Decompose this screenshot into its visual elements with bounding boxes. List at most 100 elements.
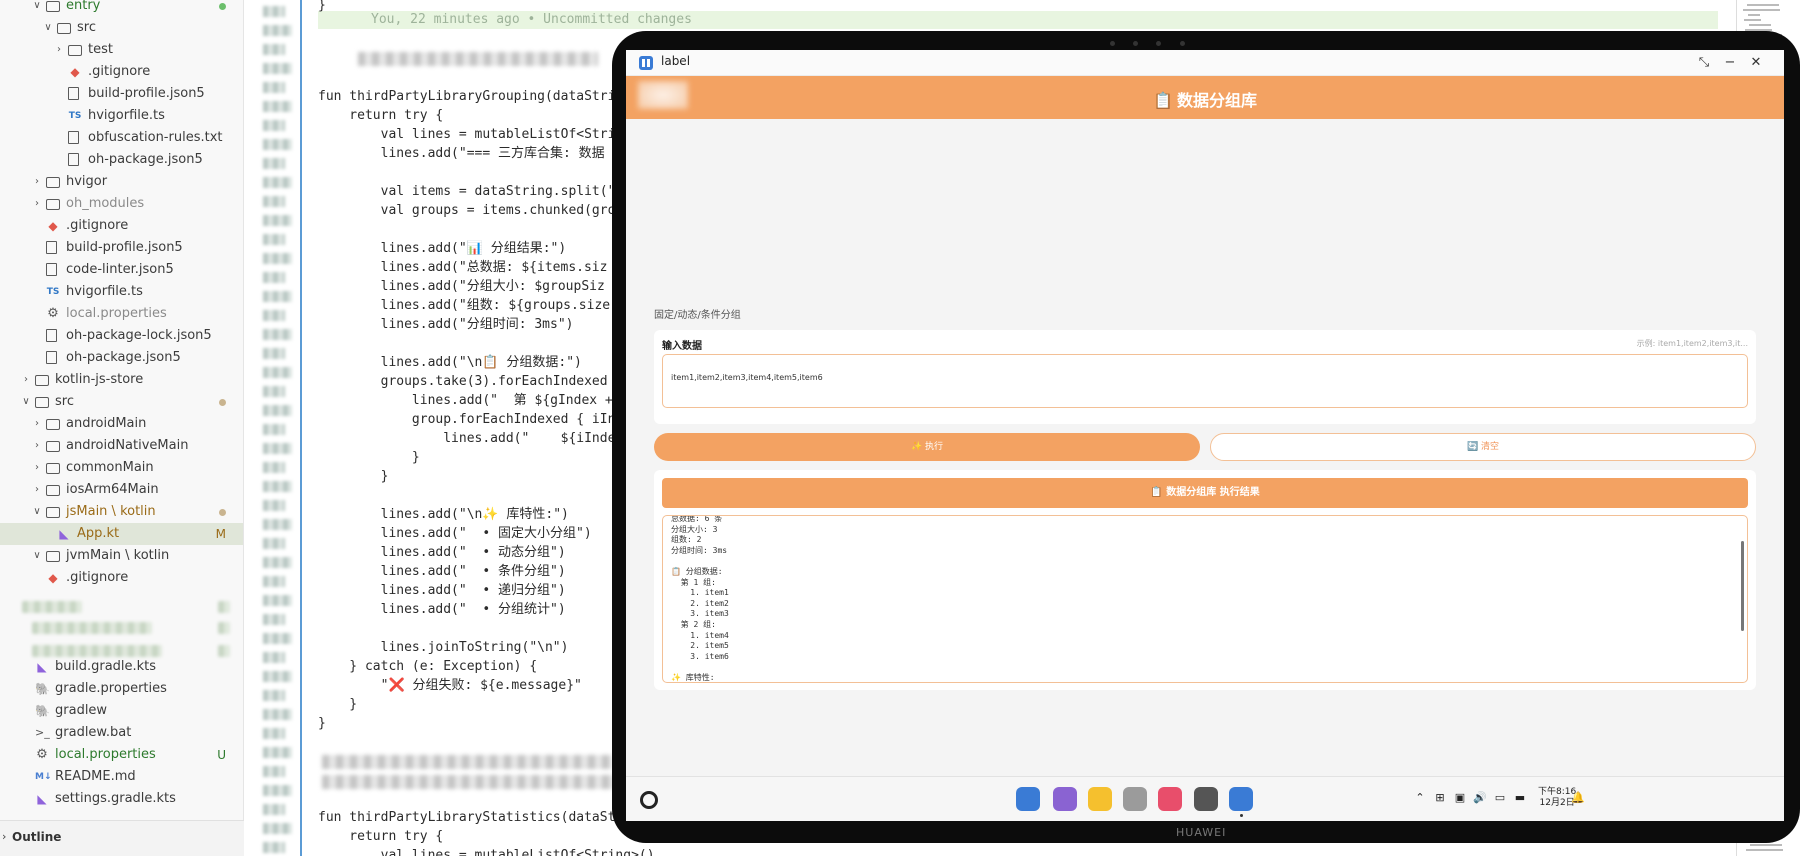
tree-item[interactable]: oh-package-lock.json5 [0,325,243,347]
chevron-right-icon[interactable]: › [52,39,66,61]
git-icon: ◆ [48,571,58,585]
active-app-icon[interactable] [1229,787,1253,811]
restore-icon[interactable]: ⤡ [1693,53,1715,73]
battery-icon[interactable]: ▬ [1512,791,1528,804]
line-number [263,253,292,264]
settings-icon[interactable] [1194,787,1218,811]
tree-item[interactable]: ◣ build.gradle.kts [0,656,243,678]
minimap-line [1746,849,1783,851]
outline-panel-header[interactable]: › Outline [0,820,244,856]
tree-item[interactable]: ∨ src [0,17,243,39]
minimize-icon[interactable]: − [1719,53,1741,73]
photos-icon[interactable] [1158,787,1182,811]
notification-bell-icon[interactable]: 🔔 [1570,791,1586,804]
tree-item[interactable]: oh-package.json5 [0,149,243,171]
line-number [263,690,285,701]
line-number [263,481,292,492]
line-number [263,633,292,644]
code-line: return try { [318,829,444,844]
tree-item[interactable]: build-profile.json5 [0,83,243,105]
result-output[interactable]: 总数据: 6 条 分组大小: 3 组数: 2 分组时间: 3ms 📋 分组数据:… [662,515,1748,683]
code-line: lines.add("分组大小: $groupSiz [318,279,605,294]
tree-item[interactable]: ◆ .gitignore [0,61,243,83]
chevron-right-icon[interactable]: › [30,479,44,501]
chevron-right-icon[interactable]: › [30,435,44,457]
blurred-tree-item [32,622,152,634]
tree-item-label: gradlew.bat [55,725,132,740]
tree-item[interactable]: ⚙ local.properties [0,303,243,325]
chevron-right-icon[interactable]: › [19,369,33,391]
code-line: } [318,716,326,731]
tree-item[interactable]: TS hvigorfile.ts [0,105,243,127]
chevron-right-icon[interactable]: › [30,171,44,193]
tree-item[interactable]: ◣ App.kt M [0,523,243,545]
tree-item[interactable]: ∨ src [0,391,243,413]
data-input[interactable]: item1,item2,item3,item4,item5,item6 [662,354,1748,408]
chevron-right-icon[interactable]: › [30,457,44,479]
execute-button[interactable]: ✨ 执行 [654,433,1200,461]
tree-item[interactable]: › commonMain [0,457,243,479]
trash-icon[interactable] [1123,787,1147,811]
tree-item[interactable]: › kotlin-js-store [0,369,243,391]
tree-item[interactable]: code-linter.json5 [0,259,243,281]
code-line: val items = dataString.split(" [318,184,616,199]
tree-item[interactable]: 🐘 gradlew [0,700,243,722]
tree-item[interactable]: obfuscation-rules.txt [0,127,243,149]
tree-item[interactable]: oh-package.json5 [0,347,243,369]
files-icon[interactable] [1088,787,1112,811]
close-icon[interactable]: ✕ [1745,53,1767,73]
tree-item[interactable]: › test [0,39,243,61]
line-number [263,63,292,74]
tree-item-label: .gitignore [88,64,151,79]
tree-item[interactable]: ∨ jsMain \ kotlin [0,501,243,523]
code-line: group.forEachIndexed { iIn [318,412,616,427]
apps-icon[interactable] [1016,787,1040,811]
chevron-down-icon[interactable]: ∨ [30,501,44,523]
tree-item-label: local.properties [66,306,167,321]
clear-button[interactable]: 🔄 清空 [1210,433,1756,461]
tree-item[interactable]: 🐘 gradle.properties [0,678,243,700]
tree-item[interactable]: ◆ .gitignore [0,567,243,589]
tree-item[interactable]: › androidNativeMain [0,435,243,457]
result-scrollbar[interactable] [1741,541,1744,631]
chevron-down-icon[interactable]: ∨ [41,17,55,39]
tree-item[interactable]: ∨ entry [0,0,243,17]
screenshot-icon[interactable]: ▣ [1452,791,1468,804]
minimap-line [1744,19,1761,21]
tree-item[interactable]: ∨ jvmMain \ kotlin [0,545,243,567]
chevron-up-icon[interactable]: ⌃ [1412,791,1428,804]
volume-icon[interactable]: 🔊 [1472,791,1488,804]
folder-icon [46,441,60,452]
tree-item[interactable]: M↓ README.md [0,766,243,788]
code-line: lines.add(" • 固定大小分组") [318,526,592,541]
tree-item[interactable]: >_ gradlew.bat [0,722,243,744]
tree-item[interactable]: ◣ settings.gradle.kts [0,788,243,810]
input-method-icon[interactable]: ⊞ [1432,791,1448,804]
chevron-down-icon[interactable]: ∨ [19,391,33,413]
line-number [263,823,292,834]
app-title: 📋 数据分组库 [626,87,1784,111]
line-number [263,709,292,720]
tree-item[interactable]: TS hvigorfile.ts [0,281,243,303]
camera-lens [1156,41,1161,46]
gallery-icon[interactable] [1053,787,1077,811]
line-number [263,595,292,606]
chevron-right-icon[interactable]: › [30,193,44,215]
code-line: val lines = mutableListOf<String>() [318,848,655,856]
chevron-down-icon[interactable]: ∨ [30,0,44,17]
tree-item[interactable]: ⚙ local.properties U [0,744,243,766]
code-line: lines.add("\n✨ 库特性:") [318,507,569,522]
tree-item[interactable]: › oh_modules [0,193,243,215]
line-number [263,120,285,131]
tree-item[interactable]: › iosArm64Main [0,479,243,501]
tree-item[interactable]: › hvigor [0,171,243,193]
chevron-right-icon[interactable]: › [30,413,44,435]
tree-item[interactable]: › androidMain [0,413,243,435]
start-button[interactable] [640,791,658,809]
line-number [263,557,292,568]
devices-icon[interactable]: ▭ [1492,791,1508,804]
folder-icon [35,375,49,386]
tree-item[interactable]: ◆ .gitignore [0,215,243,237]
tree-item[interactable]: build-profile.json5 [0,237,243,259]
chevron-down-icon[interactable]: ∨ [30,545,44,567]
